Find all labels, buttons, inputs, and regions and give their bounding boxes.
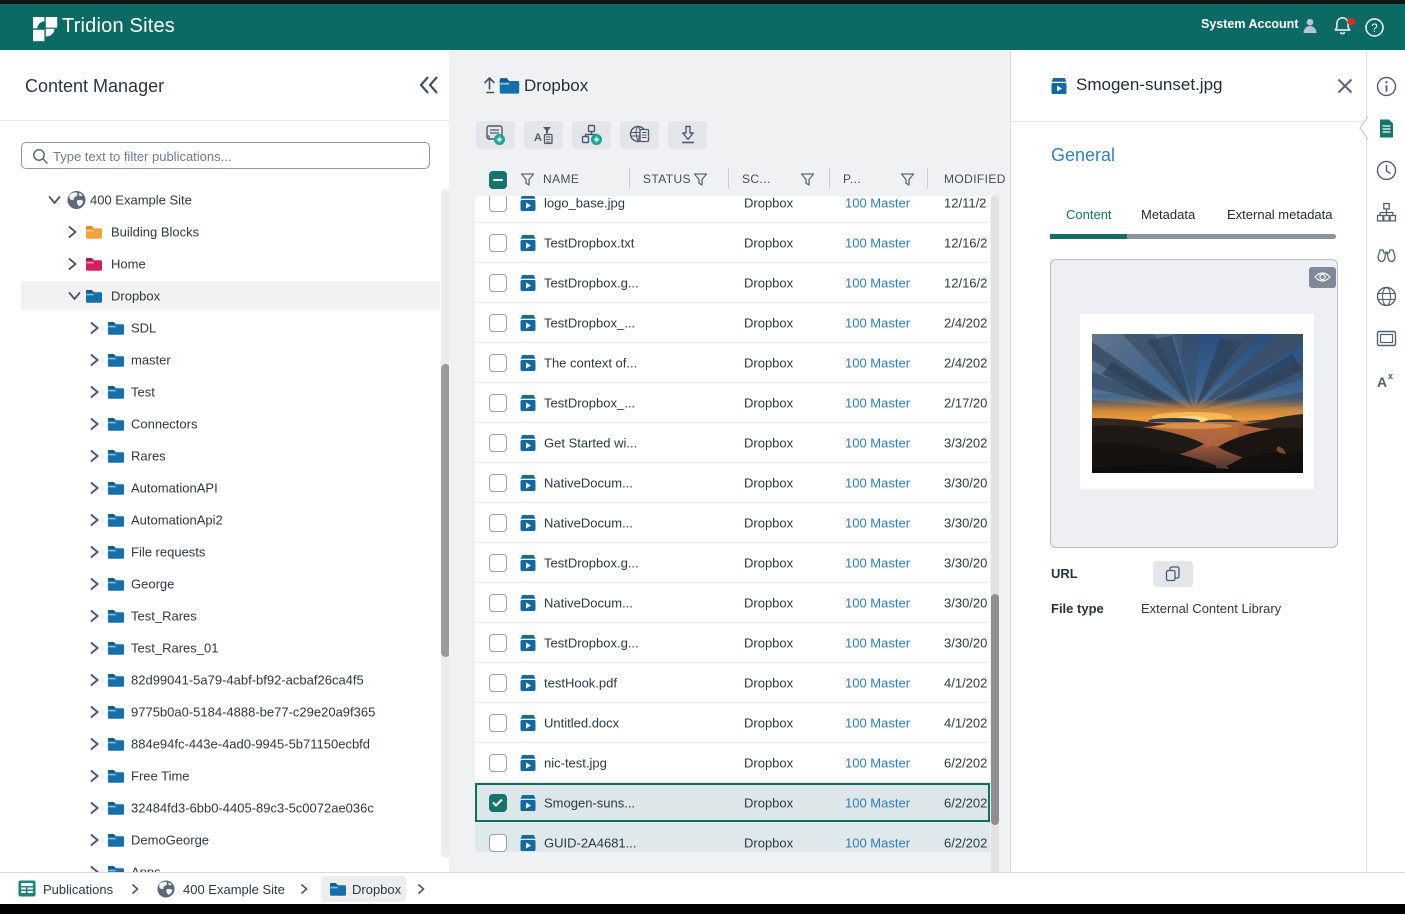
svg-text:x: x bbox=[1388, 371, 1393, 381]
svg-text:A: A bbox=[534, 132, 542, 144]
svg-text:A: A bbox=[1377, 374, 1387, 390]
svg-text:?: ? bbox=[1371, 23, 1377, 35]
